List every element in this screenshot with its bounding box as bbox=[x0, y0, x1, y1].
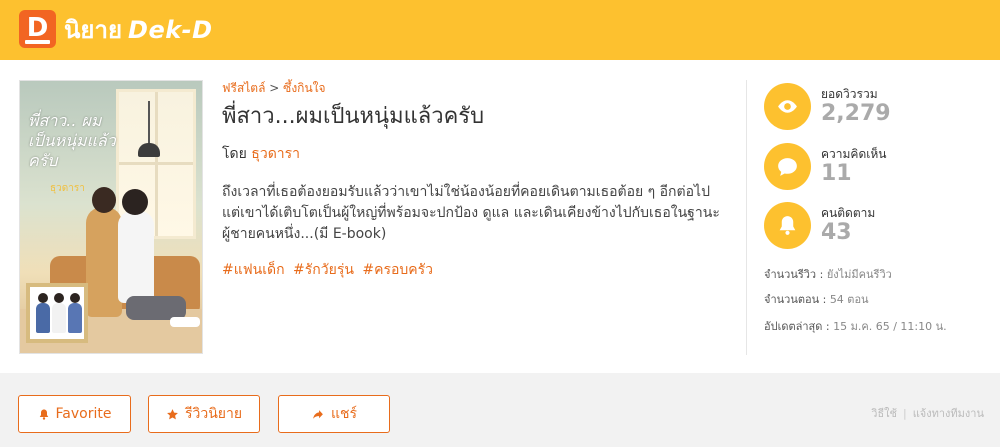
cover-lamp-cord bbox=[148, 101, 150, 145]
review-count-row: จำนวนรีวิว : ยังไม่มีคนรีวิว bbox=[764, 265, 892, 283]
review-novel-button[interactable]: รีวิวนิยาย bbox=[148, 395, 260, 433]
logo-brand-text: Dek-D bbox=[128, 16, 213, 44]
chapter-count-row: จำนวนตอน : 54 ตอน bbox=[764, 290, 869, 308]
bell-icon bbox=[764, 202, 811, 249]
footer-links: วิธีใช้ | แจ้งทางทีมงาน bbox=[871, 404, 984, 422]
last-updated-row: อัปเดตล่าสุด : 15 ม.ค. 65 / 11:10 น. bbox=[764, 317, 947, 335]
breadcrumb-category-link[interactable]: ฟรีสไตล์ bbox=[222, 81, 265, 95]
cover-photo-frame bbox=[26, 283, 88, 343]
info-value: ยังไม่มีคนรีวิว bbox=[826, 268, 892, 281]
by-label: โดย bbox=[222, 146, 247, 162]
favorite-label: Favorite bbox=[55, 406, 112, 422]
stat-views: ยอดวิวรวม 2,279 bbox=[764, 83, 984, 131]
author-link[interactable]: ธุวดารา bbox=[251, 146, 300, 162]
stat-followers: คนติดตาม 43 bbox=[764, 202, 984, 250]
logo-thai-text: นิยาย bbox=[64, 16, 123, 44]
novel-title: พี่สาว...ผมเป็นหนุ่มแล้วครับ bbox=[222, 104, 485, 129]
tag-link[interactable]: #รักวัยรุ่น bbox=[293, 262, 354, 278]
cover-girl-figure bbox=[86, 187, 122, 317]
stat-value: 11 bbox=[821, 161, 852, 186]
top-header-bar: D นิยาย Dek-D bbox=[0, 0, 1000, 60]
info-label: จำนวนตอน : bbox=[764, 293, 827, 306]
cover-lampshade bbox=[138, 143, 160, 157]
footer-separator: | bbox=[903, 407, 907, 420]
cover-shoe bbox=[170, 317, 200, 327]
eye-icon bbox=[764, 83, 811, 130]
info-label: จำนวนรีวิว : bbox=[764, 268, 824, 281]
info-value: 54 ตอน bbox=[829, 293, 869, 306]
bell-icon bbox=[39, 409, 48, 420]
breadcrumb-subcategory-link[interactable]: ซึ้งกินใจ bbox=[283, 81, 325, 95]
cover-boy-figure bbox=[118, 189, 154, 303]
site-logo-text[interactable]: นิยาย Dek-D bbox=[64, 14, 213, 46]
dekd-logo-icon[interactable]: D bbox=[19, 10, 56, 48]
star-icon bbox=[167, 408, 178, 419]
report-link[interactable]: แจ้งทางทีมงาน bbox=[913, 407, 984, 420]
share-button[interactable]: แชร์ bbox=[278, 395, 390, 433]
novel-description: ถึงเวลาที่เธอต้องยอมรับแล้วว่าเขาไม่ใช่น… bbox=[222, 184, 720, 242]
share-label: แชร์ bbox=[330, 406, 358, 422]
author-byline: โดย ธุวดารา bbox=[222, 143, 300, 165]
tag-link[interactable]: #แฟนเด็ก bbox=[222, 262, 285, 278]
speech-bubble-icon bbox=[764, 143, 811, 190]
novel-cover-image[interactable]: พี่สาว.. ผมเป็นหนุ่มแล้วครับ ธุวดารา bbox=[19, 80, 203, 354]
cover-author-text: ธุวดารา bbox=[50, 183, 85, 194]
cover-title-text: พี่สาว.. ผมเป็นหนุ่มแล้วครับ bbox=[28, 111, 116, 170]
info-label: อัปเดตล่าสุด : bbox=[764, 320, 830, 333]
stat-value: 43 bbox=[821, 220, 852, 245]
breadcrumb-separator: > bbox=[269, 81, 280, 95]
breadcrumb: ฟรีสไตล์ > ซึ้งกินใจ bbox=[222, 79, 326, 98]
share-arrow-icon bbox=[313, 409, 323, 419]
logo-book-page bbox=[25, 40, 50, 44]
review-label: รีวิวนิยาย bbox=[184, 406, 243, 422]
stat-value: 2,279 bbox=[821, 101, 891, 126]
tag-list: #แฟนเด็ก #รักวัยรุ่น #ครอบครัว bbox=[222, 259, 437, 281]
stat-comments: ความคิดเห็น 11 bbox=[764, 143, 984, 191]
favorite-button[interactable]: Favorite bbox=[18, 395, 131, 433]
help-link[interactable]: วิธีใช้ bbox=[871, 407, 897, 420]
tag-link[interactable]: #ครอบครัว bbox=[362, 262, 433, 278]
info-value: 15 ม.ค. 65 / 11:10 น. bbox=[833, 320, 947, 333]
vertical-divider bbox=[746, 80, 747, 355]
